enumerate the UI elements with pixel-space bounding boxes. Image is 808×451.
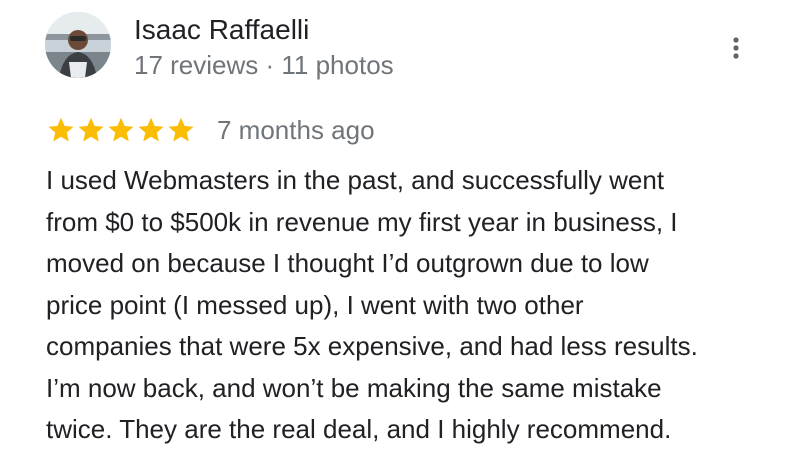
star-rating (46, 115, 196, 145)
review-age: 7 months ago (217, 115, 375, 145)
review-text: I used Webmasters in the past, and succe… (46, 165, 698, 444)
star-icon (78, 117, 104, 142)
star-icon (48, 117, 74, 142)
star-icon (138, 117, 164, 142)
star-icon (108, 117, 134, 142)
more-options-button[interactable] (722, 30, 750, 66)
avatar-photo (45, 12, 111, 78)
reviewer-meta: 17 reviews · 11 photos (134, 50, 394, 80)
reviewer-name[interactable]: Isaac Raffaelli (134, 12, 309, 48)
reviewer-avatar[interactable] (45, 12, 111, 78)
more-vert-icon (733, 37, 739, 59)
star-icon (168, 117, 194, 142)
